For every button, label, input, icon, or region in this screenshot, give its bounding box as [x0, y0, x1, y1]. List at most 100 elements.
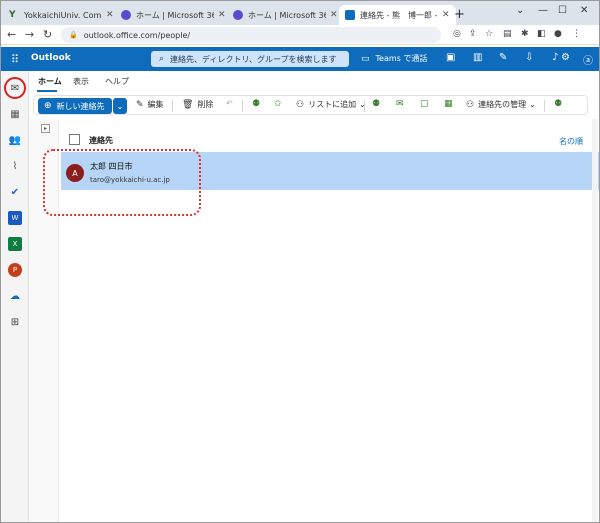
delete-label: 削除 [197, 100, 214, 109]
url-text: outlook.office.com/people/ [83, 30, 191, 40]
browser-tab-2[interactable]: ホーム | Microsoft 365 ✕ [115, 5, 232, 25]
teams-call-button[interactable]: ▭ Teams で通話 [361, 53, 427, 64]
back-button[interactable]: ← [7, 28, 16, 41]
settings-gear-icon[interactable]: ⚙ [561, 52, 570, 63]
my-day-icon[interactable]: ✎ [499, 52, 507, 63]
reading-list-icon[interactable]: ▤ [503, 29, 512, 39]
active-tab-indicator [37, 90, 57, 92]
annotation-dotted-box [43, 149, 201, 216]
m365-favicon-icon [233, 10, 243, 20]
more-options-icon[interactable]: ⚉ [554, 99, 562, 109]
reload-button[interactable]: ↻ [43, 28, 52, 41]
trash-icon: 🗑 [182, 99, 194, 110]
more-apps-icon[interactable]: ⊞ [8, 315, 22, 329]
todo-check-icon[interactable]: ✔ [8, 185, 22, 199]
tab-title: YokkaichiUniv. Compute [24, 10, 102, 20]
toolbar-divider [544, 100, 545, 112]
close-tab-icon[interactable]: ✕ [442, 10, 450, 20]
add-to-list-button[interactable]: ⚇ リストに追加 ⌄ [296, 99, 366, 110]
share-contact-icon[interactable]: ⚉ [372, 99, 380, 109]
powerpoint-icon[interactable]: P [8, 263, 22, 277]
extensions-icon[interactable]: ✱ [521, 29, 529, 39]
search-box[interactable]: ⌕ 連絡先、ディレクトリ、グループを検索します [151, 51, 349, 67]
download-icon[interactable]: ⇩ [525, 52, 533, 63]
minimize-icon[interactable]: — [538, 5, 548, 16]
tab-title: ホーム | Microsoft 365 [136, 10, 214, 20]
forward-button[interactable]: → [25, 28, 34, 41]
mail-icon[interactable]: ✉ [8, 81, 22, 95]
notification-bell-icon[interactable]: ♪ [552, 52, 558, 63]
expand-folder-pane-icon[interactable]: ▸ [41, 124, 50, 133]
app-launcher-icon[interactable]: ⠿ [11, 53, 19, 66]
chevron-down-icon: ⌄ [529, 100, 536, 109]
group-add-icon: ⚇ [296, 99, 305, 110]
toolbar-divider [242, 100, 243, 112]
lock-icon: 🔒 [69, 31, 78, 39]
tab-view[interactable]: 表示 [73, 76, 89, 87]
browser-tab-4[interactable]: 連絡先 - 熊 博一郎 - O ✕ [339, 5, 456, 25]
cast-icon[interactable]: ◎ [453, 29, 461, 39]
delete-button[interactable]: 🗑 削除 [182, 99, 213, 110]
tab-search-icon[interactable]: ⌄ [516, 5, 524, 16]
bookmark-icon[interactable]: ☆ [485, 29, 493, 39]
edit-label: 編集 [147, 100, 164, 109]
onedrive-cloud-icon[interactable]: ☁ [8, 289, 22, 303]
window: Y YokkaichiUniv. Compute ✕ ホーム | Microso… [0, 0, 600, 523]
video-camera-icon: ▭ [361, 53, 370, 64]
tab-home[interactable]: ホーム [38, 76, 62, 87]
profile-icon[interactable]: ● [554, 29, 562, 39]
calendar-icon[interactable]: ▦ [8, 107, 22, 121]
manage-people-icon: ⚇ [466, 99, 475, 110]
sort-button[interactable]: 名の順 [559, 136, 583, 147]
excel-icon[interactable]: X [8, 237, 22, 251]
sidebar-icon[interactable]: ◧ [537, 29, 546, 39]
vertical-scrollbar[interactable] [592, 119, 598, 522]
search-placeholder: 連絡先、ディレクトリ、グループを検索します [170, 54, 337, 64]
manage-contacts-label: 連絡先の管理 [478, 100, 527, 109]
tab-title: 連絡先 - 熊 博一郎 - O [360, 10, 438, 20]
attachment-icon[interactable]: ⌇ [8, 159, 22, 173]
search-icon: ⌕ [159, 54, 165, 64]
new-tab-button[interactable]: + [454, 7, 465, 22]
address-bar-row: ← → ↻ 🔒 outlook.office.com/people/ ◎ ⇪ ☆… [1, 25, 599, 45]
address-bar[interactable]: 🔒 outlook.office.com/people/ [61, 27, 441, 43]
chat-icon[interactable]: ▣ [446, 52, 455, 63]
university-favicon-icon: Y [9, 10, 16, 20]
outlook-favicon-icon [345, 10, 355, 20]
teams-icon[interactable]: ▥ [473, 52, 482, 63]
favorite-star-icon[interactable]: ✩ [274, 99, 282, 109]
teams-call-label: Teams で通話 [375, 54, 428, 63]
new-contact-dropdown[interactable]: ⌄ [113, 98, 127, 114]
browser-tab-strip: Y YokkaichiUniv. Compute ✕ ホーム | Microso… [1, 1, 599, 25]
chevron-down-icon: ⌄ [116, 101, 124, 111]
contacts-column-header: 連絡先 [89, 136, 113, 145]
add-to-list-label: リストに追加 [308, 100, 357, 109]
schedule-meeting-icon[interactable]: ▦ [444, 99, 453, 109]
account-icon[interactable]: ⓐ [583, 52, 593, 67]
add-to-favorites-person-icon[interactable]: ⚉ [252, 99, 260, 109]
browser-tab-3[interactable]: ホーム | Microsoft 365 ✕ [227, 5, 344, 25]
word-icon[interactable]: W [8, 211, 22, 225]
m365-favicon-icon [121, 10, 131, 20]
undo-icon[interactable]: ↶ [226, 99, 233, 108]
new-contact-button[interactable]: ⊕ 新しい連絡先 [38, 98, 112, 114]
select-all-checkbox[interactable] [69, 134, 80, 145]
browser-menu-icon[interactable]: ⋮ [572, 29, 581, 39]
edit-button[interactable]: ✎ 編集 [136, 99, 164, 110]
ribbon-toolbar: ⊕ 新しい連絡先 ⌄ ✎ 編集 🗑 削除 ↶ ⚉ ✩ ⚇ リストに追加 ⌄ ⚉ … [33, 95, 588, 115]
add-person-icon: ⊕ [44, 101, 52, 111]
manage-contacts-button[interactable]: ⚇ 連絡先の管理 ⌄ [466, 99, 536, 110]
close-tab-icon[interactable]: ✕ [218, 10, 226, 20]
close-window-icon[interactable]: ✕ [580, 5, 588, 16]
people-icon[interactable]: 👥 [8, 133, 22, 147]
new-contact-label: 新しい連絡先 [56, 101, 105, 111]
close-tab-icon[interactable]: ✕ [330, 10, 338, 20]
app-brand: Outlook [31, 53, 71, 63]
tab-help[interactable]: ヘルプ [105, 76, 129, 87]
close-tab-icon[interactable]: ✕ [106, 10, 114, 20]
browser-tab-1[interactable]: Y YokkaichiUniv. Compute ✕ [3, 5, 120, 25]
maximize-icon[interactable]: ☐ [558, 5, 567, 16]
chat-contact-icon[interactable]: ▢ [420, 99, 429, 109]
send-email-icon[interactable]: ✉ [396, 99, 404, 109]
share-icon[interactable]: ⇪ [469, 29, 477, 39]
